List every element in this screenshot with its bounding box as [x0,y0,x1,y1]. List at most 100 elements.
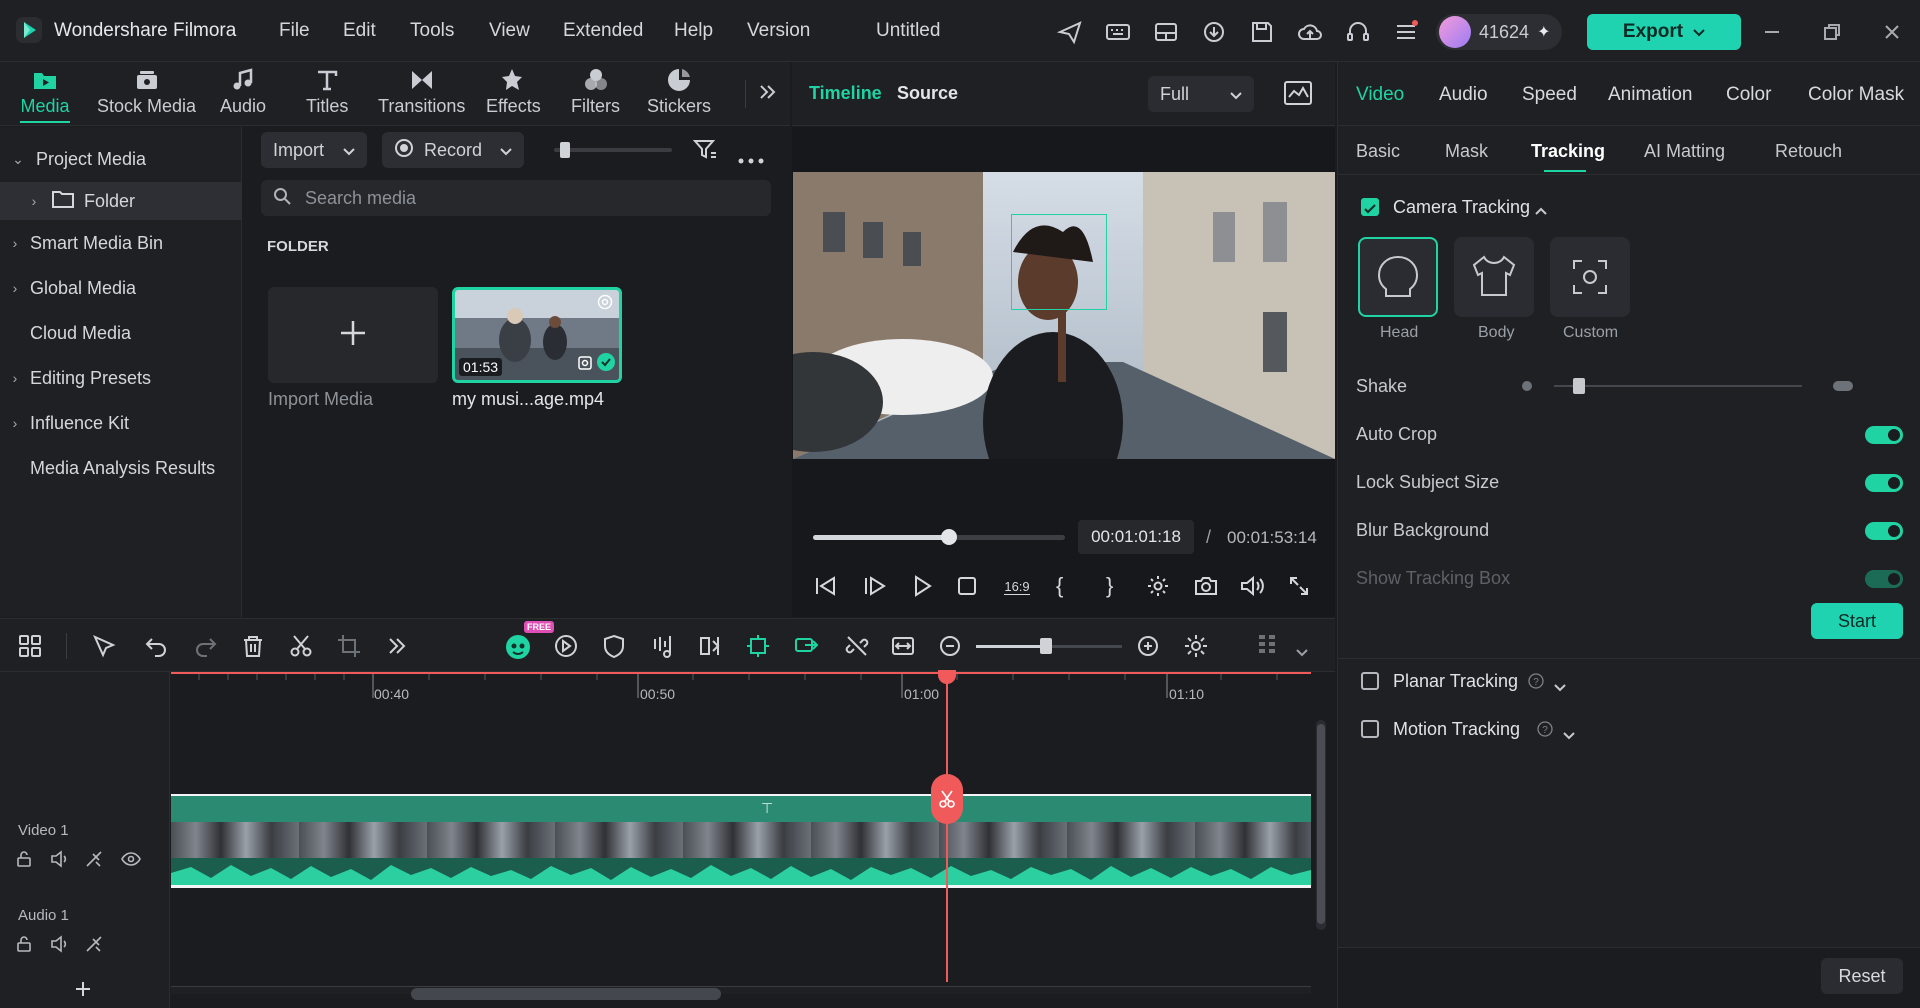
save-icon[interactable] [1248,18,1276,46]
mark-in-icon[interactable]: { [1056,573,1063,599]
sidebar-item-project-media[interactable]: ⌄ Project Media [0,140,242,178]
delete-trash-icon[interactable] [240,633,266,659]
stop-icon[interactable] [956,575,978,602]
current-time-box[interactable]: 00:01:01:18 [1078,520,1194,554]
chevron-down-icon[interactable] [1554,676,1566,697]
playback-progress[interactable] [813,529,1065,545]
select-pointer-icon[interactable] [91,633,117,659]
minimize-icon[interactable] [1758,18,1786,46]
menu-lines-icon[interactable] [1392,18,1420,46]
menu-file[interactable]: File [279,20,310,42]
more-tabs-icon[interactable] [756,78,780,111]
help-icon[interactable]: ? [1528,673,1544,694]
crop-icon[interactable] [336,633,362,659]
auto-reframe-icon[interactable] [745,633,771,659]
sidebar-item-smart-media-bin[interactable]: › Smart Media Bin [0,224,242,262]
menu-tools[interactable]: Tools [410,20,454,42]
blur-background-toggle[interactable] [1865,522,1903,540]
subtab-retouch[interactable]: Retouch [1775,141,1842,162]
auto-crop-toggle[interactable] [1865,426,1903,444]
timeline-settings-icon[interactable] [1183,633,1209,659]
previous-frame-icon[interactable] [813,574,839,603]
clip-link-icon[interactable] [793,633,819,659]
lock-subject-size-toggle[interactable] [1865,474,1903,492]
snapshot-camera-icon[interactable] [1193,574,1219,603]
ai-mascot-icon[interactable] [503,631,533,661]
waveform-monitor-icon[interactable] [1283,80,1313,111]
close-icon[interactable] [1878,18,1906,46]
tab-filters[interactable]: Filters [571,66,620,117]
start-tracking-button[interactable]: Start [1811,603,1903,639]
tab-transitions[interactable]: Transitions [378,66,465,117]
next-frame-icon[interactable] [862,574,888,603]
split-button[interactable] [931,774,963,824]
tab-audio[interactable]: Audio [220,66,266,117]
tab-titles[interactable]: Titles [306,66,348,117]
add-track-icon[interactable] [74,980,92,1003]
speed-ramp-icon[interactable] [553,633,579,659]
slider-handle[interactable] [560,142,570,158]
volume-icon[interactable] [1239,574,1265,603]
media-clip-thumbnail[interactable]: 01:53 [452,287,622,383]
tab-video[interactable]: Video [1356,84,1404,106]
playback-progress-handle[interactable] [941,529,958,545]
unlink-icon[interactable] [844,633,870,659]
scrollbar-thumb[interactable] [1317,724,1325,924]
marker-shield-icon[interactable] [601,633,627,659]
tab-animation[interactable]: Animation [1608,84,1693,106]
more-options-icon[interactable] [738,148,764,169]
lock-icon[interactable] [15,850,33,873]
timeline-ruler[interactable]: 00:40 00:50 01:00 01:10 [171,672,1311,708]
sidebar-item-cloud-media[interactable]: Cloud Media [0,314,242,352]
tab-speed[interactable]: Speed [1522,84,1577,106]
layout-icon[interactable] [1152,18,1180,46]
tab-source[interactable]: Source [897,83,958,104]
keyboard-icon[interactable] [1104,18,1132,46]
fit-timeline-icon[interactable] [890,633,916,659]
tracking-mode-head[interactable] [1358,237,1438,317]
user-badge[interactable]: 41624 ✦ [1436,14,1562,50]
video-preview[interactable] [793,172,1335,459]
timeline-vertical-scrollbar[interactable] [1316,720,1326,930]
help-icon[interactable]: ? [1537,721,1553,742]
subtab-tracking[interactable]: Tracking [1531,141,1605,162]
zoom-out-icon[interactable] [937,633,963,659]
import-media-tile[interactable] [268,287,438,383]
menu-help[interactable]: Help [674,20,713,42]
tab-stickers[interactable]: Stickers [647,66,711,117]
menu-extended[interactable]: Extended [563,20,643,42]
settings-gear-icon[interactable] [1146,574,1170,603]
tracking-mode-body[interactable] [1454,237,1534,317]
subtab-ai-matting[interactable]: AI Matting [1644,141,1725,162]
menu-version[interactable]: Version [747,20,810,42]
volume-icon[interactable] [50,850,70,873]
menu-edit[interactable]: Edit [343,20,376,42]
chevron-down-icon[interactable] [1296,641,1322,667]
shake-slider-handle[interactable] [1572,378,1585,394]
shake-slider[interactable] [1554,378,1802,394]
subtab-mask[interactable]: Mask [1445,141,1488,162]
tab-media[interactable]: Media [20,66,70,123]
lock-icon[interactable] [15,935,33,958]
chevron-up-icon[interactable] [1535,200,1547,221]
sidebar-item-media-analysis[interactable]: Media Analysis Results [0,449,242,487]
menu-view[interactable]: View [489,20,530,42]
tracking-mode-custom[interactable] [1550,237,1630,317]
tab-timeline[interactable]: Timeline [809,83,882,104]
restore-icon[interactable] [1818,18,1846,46]
subtab-basic[interactable]: Basic [1356,141,1400,162]
filter-icon[interactable] [692,137,718,168]
tab-effects[interactable]: Effects [486,66,541,117]
zoom-slider-handle[interactable] [1040,638,1052,654]
video-clip[interactable]: ⊤ [171,794,1311,894]
fullscreen-icon[interactable] [1287,574,1311,603]
sidebar-item-editing-presets[interactable]: › Editing Presets [0,359,242,397]
play-icon[interactable] [910,574,934,603]
chevron-down-icon[interactable] [1563,724,1575,745]
scrollbar-thumb[interactable] [411,988,721,1000]
cloud-upload-icon[interactable] [1296,18,1324,46]
show-tracking-box-toggle[interactable] [1865,570,1903,588]
reset-button[interactable]: Reset [1821,958,1903,994]
thumbnail-size-slider[interactable] [554,142,672,158]
redo-icon[interactable] [192,633,218,659]
